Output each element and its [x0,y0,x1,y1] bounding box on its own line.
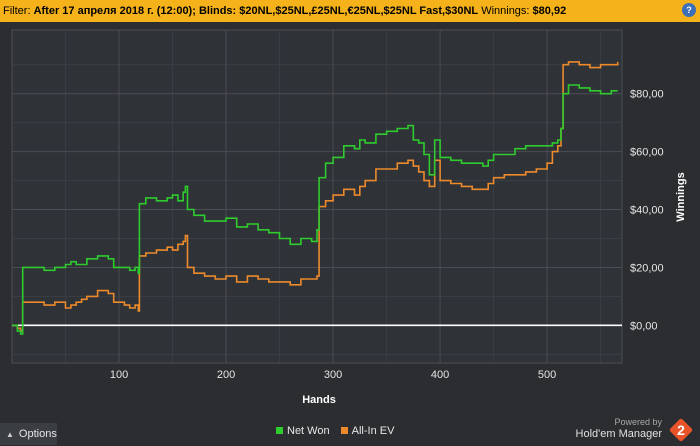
brand-block: Powered by Hold'em Manager 2 [566,415,696,445]
legend-label: Net Won [287,425,330,437]
brand-name: Hold'em Manager [575,428,662,440]
y-axis-title: Winnings [675,172,687,221]
y-tick-label: $80,00 [630,89,664,101]
winnings-value: $80,92 [532,5,567,17]
x-tick-label: 500 [538,369,556,381]
y-tick-label: $60,00 [630,147,664,159]
y-tick-label: $0,00 [630,320,658,332]
chevron-up-icon: ▲ [6,430,14,439]
y-tick-label: $40,00 [630,205,664,217]
plot-area [11,29,623,364]
filter-prefix: Filter: [3,5,31,17]
options-label: Options [18,428,57,440]
legend-label: All-In EV [351,425,395,437]
powered-by-text: Powered by [614,417,662,427]
x-tick-label: 200 [217,369,235,381]
legend-item-all-in-ev: All-In EV [340,425,395,437]
question-icon[interactable]: ? [682,3,696,17]
options-button[interactable]: ▲ Options [0,423,57,445]
legend-swatch [276,427,283,434]
x-tick-label: 300 [324,369,342,381]
winnings-label: Winnings: [481,5,530,17]
winnings-chart: 100 200 300 400 500 $0,00 $20,00 $40,00 $60,00 $8… [11,29,687,406]
x-axis-title: Hands [302,394,336,406]
x-tick-label: 100 [110,369,128,381]
y-tick-label: $20,00 [630,262,664,274]
brand-logo-number: 2 [677,422,685,438]
filter-bar[interactable]: Filter: After 17 апреля 2018 г. (12:00);… [0,0,700,22]
chart-legend: Net Won All-In EV [276,425,402,437]
legend-item-net-won: Net Won [276,425,330,437]
x-tick-label: 400 [431,369,449,381]
bottom-bar: ▲ Options Net Won All-In EV Powered by Ho… [0,415,700,445]
filter-text: After 17 апреля 2018 г. (12:00); Blinds:… [33,5,479,17]
legend-swatch [340,427,348,434]
